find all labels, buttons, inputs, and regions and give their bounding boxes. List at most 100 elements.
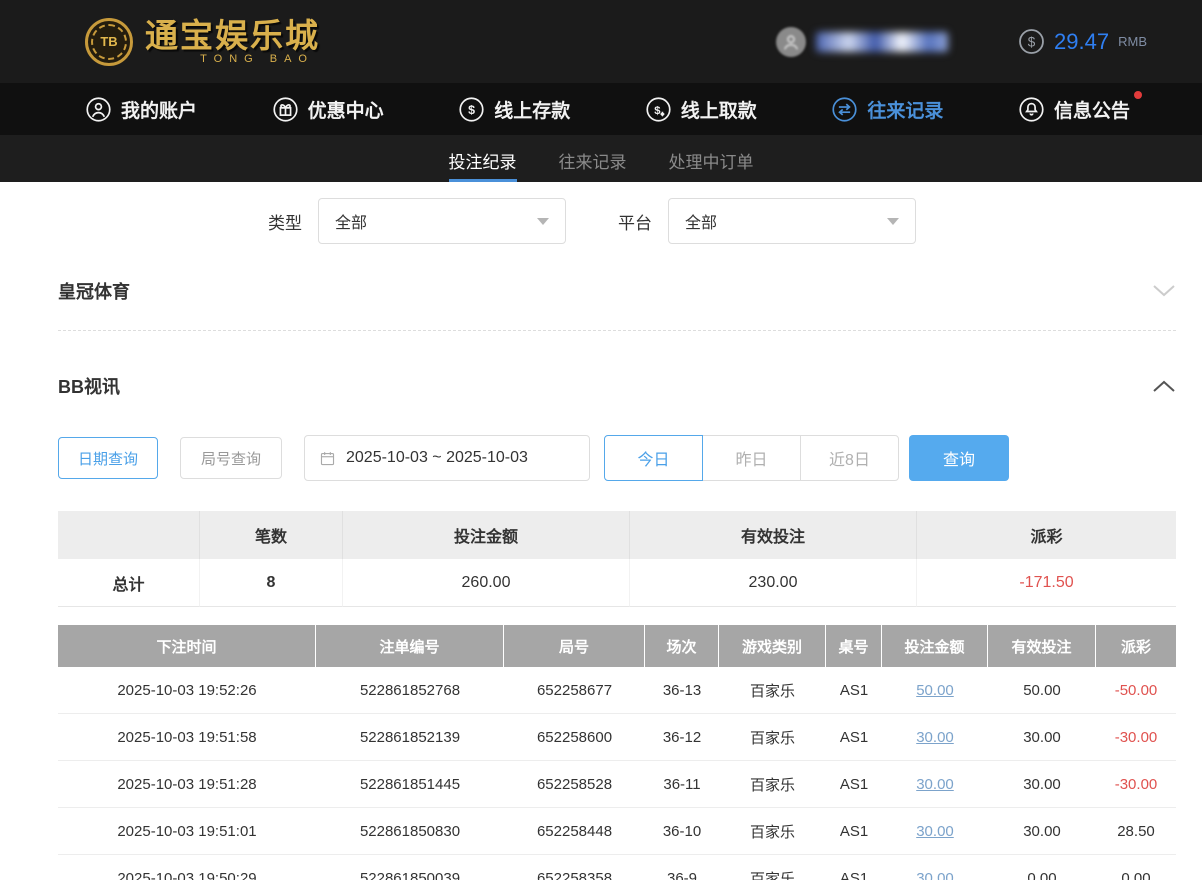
cell-payout: -30.00 bbox=[1096, 761, 1176, 808]
cell-session: 36-10 bbox=[645, 808, 719, 855]
nav-item-withdraw[interactable]: $ 线上取款 bbox=[645, 96, 757, 123]
cell-game-type: 百家乐 bbox=[719, 714, 826, 761]
today-button[interactable]: 今日 bbox=[604, 435, 703, 481]
date-range-input[interactable]: 2025-10-03 ~ 2025-10-03 bbox=[304, 435, 590, 481]
tab-pending-orders[interactable]: 处理中订单 bbox=[669, 135, 754, 182]
deposit-coin-icon: $ bbox=[459, 96, 484, 122]
cell-session: 36-11 bbox=[645, 761, 719, 808]
cell-table-no: AS1 bbox=[826, 761, 882, 808]
chevron-up-icon[interactable] bbox=[1152, 379, 1176, 393]
nav-label: 线上取款 bbox=[680, 100, 757, 122]
cell-game-type: 百家乐 bbox=[719, 808, 826, 855]
cell-table-no: AS1 bbox=[826, 855, 882, 880]
cell-round: 652258358 bbox=[504, 855, 645, 880]
type-select[interactable]: 全部 bbox=[318, 198, 566, 244]
main-nav: 我的账户 优惠中心 $ 线上存款 $ 线上取款 往来记录 信息公告 bbox=[0, 83, 1202, 135]
cell-game-type: 百家乐 bbox=[719, 855, 826, 880]
cell-bet-id: 522861850830 bbox=[316, 808, 504, 855]
col-header-session: 场次 bbox=[645, 625, 719, 667]
cell-session: 36-12 bbox=[645, 714, 719, 761]
cell-round: 652258448 bbox=[504, 808, 645, 855]
cell-bet-id: 522861851445 bbox=[316, 761, 504, 808]
summary-valid-bet: 230.00 bbox=[630, 559, 917, 607]
cell-session: 36-13 bbox=[645, 667, 719, 714]
date-query-button[interactable]: 日期查询 bbox=[58, 437, 158, 479]
user-area bbox=[776, 26, 949, 57]
cell-payout: 28.50 bbox=[1096, 808, 1176, 855]
nav-item-transaction-records[interactable]: 往来记录 bbox=[831, 96, 943, 123]
query-controls: 日期查询 局号查询 2025-10-03 ~ 2025-10-03 今日 昨日 … bbox=[58, 435, 1176, 481]
summary-header-valid-bet: 有效投注 bbox=[630, 511, 917, 559]
withdraw-coin-icon: $ bbox=[646, 96, 671, 122]
bet-amount-link[interactable]: 50.00 bbox=[916, 682, 954, 699]
svg-text:$: $ bbox=[1028, 34, 1036, 49]
transfer-records-icon bbox=[832, 96, 857, 122]
summary-table: 笔数 投注金额 有效投注 派彩 总计 8 260.00 230.00 -171.… bbox=[58, 511, 1176, 607]
cell-bet-time: 2025-10-03 19:52:26 bbox=[58, 667, 316, 714]
nav-label: 线上存款 bbox=[494, 100, 571, 122]
cell-session: 36-9 bbox=[645, 855, 719, 880]
summary-payout: -171.50 bbox=[917, 559, 1176, 607]
round-query-button[interactable]: 局号查询 bbox=[180, 437, 282, 479]
brand-logo: TB 通宝娱乐城 TONG BAO bbox=[85, 16, 320, 66]
bet-records-table: 下注时间 注单编号 局号 场次 游戏类别 桌号 投注金额 有效投注 派彩 202… bbox=[58, 625, 1176, 880]
nav-item-deposit[interactable]: $ 线上存款 bbox=[458, 96, 570, 123]
summary-bet-amount: 260.00 bbox=[343, 559, 630, 607]
date-range-value: 2025-10-03 ~ 2025-10-03 bbox=[346, 449, 528, 466]
col-header-bet-amount: 投注金额 bbox=[882, 625, 988, 667]
balance: $ 29.47 RMB bbox=[1018, 28, 1147, 55]
avatar bbox=[776, 26, 807, 57]
nav-item-announcements[interactable]: 信息公告 bbox=[1018, 90, 1142, 123]
section-bb-video: BB视讯 bbox=[58, 373, 1176, 399]
nav-item-promotions[interactable]: 优惠中心 bbox=[272, 96, 384, 123]
search-button[interactable]: 查询 bbox=[909, 435, 1009, 481]
dashed-divider bbox=[58, 330, 1176, 331]
section-crown-sports: 皇冠体育 bbox=[58, 278, 1176, 304]
brand-title: 通宝娱乐城 bbox=[145, 16, 320, 54]
calendar-icon bbox=[320, 451, 335, 465]
tab-bet-records[interactable]: 投注纪录 bbox=[448, 135, 517, 182]
bet-amount-link[interactable]: 30.00 bbox=[916, 776, 954, 793]
type-filter-label: 类型 bbox=[268, 213, 302, 233]
bet-amount-link[interactable]: 30.00 bbox=[916, 729, 954, 746]
sub-tabs: 投注纪录 往来记录 处理中订单 bbox=[0, 135, 1202, 182]
summary-header-count: 笔数 bbox=[200, 511, 343, 559]
cell-bet-id: 522861852768 bbox=[316, 667, 504, 714]
nav-label: 往来记录 bbox=[867, 100, 944, 122]
cell-bet-time: 2025-10-03 19:51:28 bbox=[58, 761, 316, 808]
last-8-days-button[interactable]: 近8日 bbox=[800, 435, 899, 481]
cell-bet-time: 2025-10-03 19:50:29 bbox=[58, 855, 316, 880]
user-icon bbox=[86, 96, 111, 122]
cell-bet-time: 2025-10-03 19:51:58 bbox=[58, 714, 316, 761]
yesterday-button[interactable]: 昨日 bbox=[702, 435, 801, 481]
cell-round: 652258677 bbox=[504, 667, 645, 714]
balance-amount: 29.47 bbox=[1054, 28, 1110, 54]
username-blurred bbox=[816, 31, 949, 52]
quick-range-group: 今日 昨日 近8日 bbox=[604, 435, 899, 481]
tab-transaction-records[interactable]: 往来记录 bbox=[559, 135, 627, 182]
caret-down-icon bbox=[887, 218, 899, 225]
bet-amount-link[interactable]: 30.00 bbox=[916, 870, 954, 880]
col-header-bet-id: 注单编号 bbox=[316, 625, 504, 667]
col-header-table-no: 桌号 bbox=[826, 625, 882, 667]
top-header: TB 通宝娱乐城 TONG BAO $ 29.47 RMB bbox=[0, 0, 1202, 83]
cell-payout: -50.00 bbox=[1096, 667, 1176, 714]
summary-header-bet-amount: 投注金额 bbox=[343, 511, 630, 559]
bet-amount-link[interactable]: 30.00 bbox=[916, 823, 954, 840]
notification-badge-dot bbox=[1133, 90, 1142, 99]
cell-game-type: 百家乐 bbox=[719, 761, 826, 808]
platform-filter-label: 平台 bbox=[618, 213, 652, 233]
cell-round: 652258528 bbox=[504, 761, 645, 808]
bell-icon bbox=[1019, 96, 1044, 122]
chevron-down-icon[interactable] bbox=[1152, 284, 1176, 298]
nav-item-my-account[interactable]: 我的账户 bbox=[85, 96, 197, 123]
platform-select[interactable]: 全部 bbox=[668, 198, 916, 244]
cell-payout: 0.00 bbox=[1096, 855, 1176, 880]
gift-icon bbox=[273, 96, 298, 122]
cell-game-type: 百家乐 bbox=[719, 667, 826, 714]
brand-subtitle: TONG BAO bbox=[200, 52, 314, 65]
section-title: BB视讯 bbox=[58, 377, 120, 397]
type-select-value: 全部 bbox=[335, 215, 368, 232]
cell-valid-bet: 30.00 bbox=[988, 808, 1096, 855]
cell-round: 652258600 bbox=[504, 714, 645, 761]
